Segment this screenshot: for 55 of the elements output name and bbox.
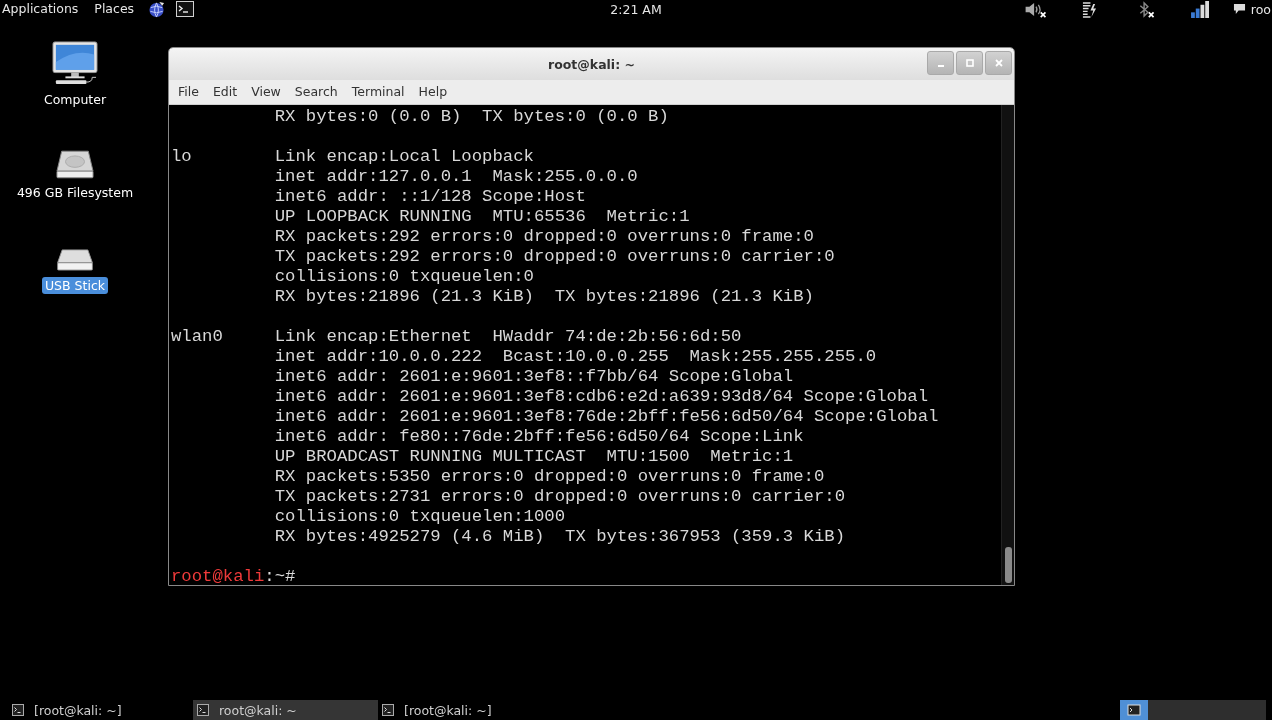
terminal-line: RX packets:5350 errors:0 dropped:0 overruns:0 frame:0 [274,467,825,487]
terminal-line: inet addr:127.0.0.1 Mask:255.0.0.0 [274,167,638,187]
speech-bubble-icon[interactable] [1232,3,1246,15]
lines-bolt-icon[interactable] [1081,0,1097,18]
panel-menu[interactable]: Applications [0,0,79,18]
drive-icon[interactable] [56,249,94,271]
terminal-icon[interactable] [176,1,195,17]
signal-bars-icon[interactable] [1190,0,1210,18]
terminal-line: RX packets:292 errors:0 dropped:0 overruns:0 frame:0 [274,227,814,247]
menu-item[interactable]: Edit [205,82,245,102]
terminal-icon [12,704,24,716]
menu-item[interactable]: Search [287,82,345,102]
terminal-line: UP LOOPBACK RUNNING MTU:65536 Metric:1 [274,207,690,227]
terminal-line: TX packets:292 errors:0 dropped:0 overruns:0 carrier:0 [274,247,835,267]
terminal-line: collisions:0 txqueuelen:1000 [274,507,566,527]
desktop-icon-label[interactable]: Computer [40,91,110,108]
terminal-line: inet addr:10.0.0.222 Bcast:10.0.0.255 Mask:255.255.255.0 [274,347,877,367]
shell-prompt: root@kali:~# [171,567,296,585]
terminal-line: Link encap:Ethernet HWaddr 74:de:2b:56:6d:50 [274,327,742,347]
terminal-line: inet6 addr: 2601:e:9601:3ef8::f7bb/64 Scope:Global [274,367,794,387]
workspace-switcher[interactable] [1120,700,1266,720]
window-title: root@kali: ~ [548,56,635,72]
menu-item[interactable]: File [171,82,206,102]
desktop-icon-label[interactable]: 496 GB Filesystem [13,184,137,201]
clock[interactable]: 2:21 AM [610,1,662,17]
terminal-line: Link encap:Local Loopback [274,147,534,167]
hard-drive-icon[interactable] [56,150,94,179]
interface-name: wlan0 [171,327,223,347]
taskbar-item[interactable]: [root@kali: ~] [8,700,193,720]
terminal-line: inet6 addr: 2601:e:9601:3ef8:76de:2bff:fe56:6d50/64 Scope:Global [274,407,939,427]
terminal-line: RX bytes:0 (0.0 B) TX bytes:0 (0.0 B) [274,107,669,127]
taskbar-item[interactable]: root@kali: ~ [193,700,378,720]
panel-menu[interactable]: Places [92,0,135,18]
user-menu[interactable]: roo [1250,1,1271,17]
terminal-line: UP BROADCAST RUNNING MULTICAST MTU:1500 Metric:1 [274,447,794,467]
terminal-line: TX packets:2731 errors:0 dropped:0 overruns:0 carrier:0 [274,487,846,507]
terminal-icon [382,704,394,716]
taskbar-item[interactable]: [root@kali: ~] [378,700,563,720]
menu-item[interactable]: View [244,82,288,102]
speaker-muted-icon[interactable] [1023,0,1048,18]
terminal-line: inet6 addr: ::1/128 Scope:Host [274,187,586,207]
menu-item[interactable]: Help [411,82,455,102]
terminal-line: RX bytes:4925279 (4.6 MiB) TX bytes:367953 (359.3 KiB) [274,527,846,547]
computer-icon[interactable] [52,41,98,85]
terminal-icon [197,704,209,716]
globe-icon[interactable] [148,0,166,18]
interface-name: lo [171,147,192,167]
maximize-icon [965,59,974,67]
close-icon [994,59,1003,67]
terminal-line: inet6 addr: fe80::76de:2bff:fe56:6d50/64 Scope:Link [274,427,804,447]
terminal-line: inet6 addr: 2601:e:9601:3ef8:cdb6:e2d:a639:93d8/64 Scope:Global [274,387,929,407]
terminal-line: collisions:0 txqueuelen:0 [274,267,534,287]
terminal-line: RX bytes:21896 (21.3 KiB) TX bytes:21896 (21.3 KiB) [274,287,814,307]
scrollbar-thumb[interactable] [1005,547,1012,583]
menu-item[interactable]: Terminal [344,82,412,102]
